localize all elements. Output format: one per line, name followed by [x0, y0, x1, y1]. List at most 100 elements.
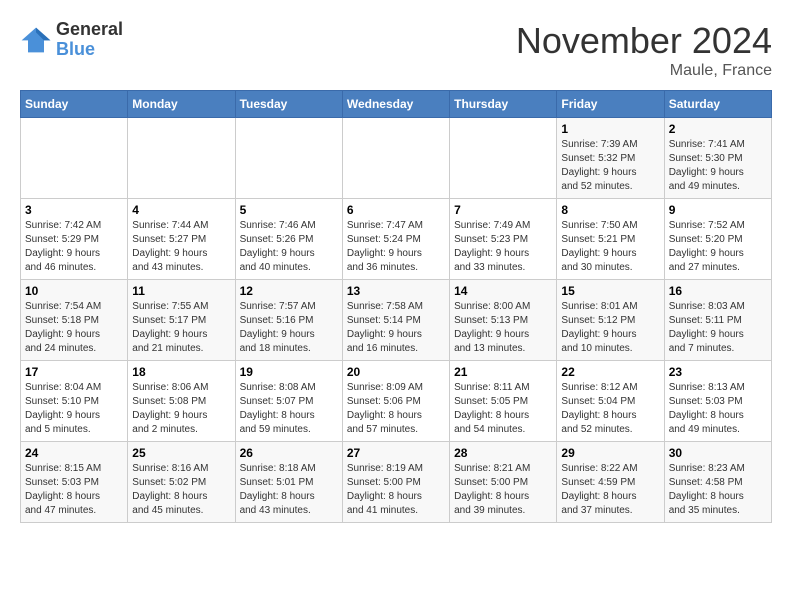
day-info: Sunrise: 8:06 AM Sunset: 5:08 PM Dayligh… — [132, 381, 230, 437]
day-cell: 5 Sunrise: 7:46 AM Sunset: 5:26 PM Daylig… — [235, 199, 342, 280]
day-number: 15 — [561, 284, 659, 298]
day-info: Sunrise: 7:42 AM Sunset: 5:29 PM Dayligh… — [25, 219, 123, 275]
day-cell: 25 Sunrise: 8:16 AM Sunset: 5:02 PM Dayli… — [128, 442, 235, 523]
day-info: Sunrise: 7:47 AM Sunset: 5:24 PM Dayligh… — [347, 219, 445, 275]
day-number: 19 — [240, 365, 338, 379]
day-number: 4 — [132, 203, 230, 217]
day-info: Sunrise: 7:41 AM Sunset: 5:30 PM Dayligh… — [669, 138, 767, 194]
day-info: Sunrise: 7:52 AM Sunset: 5:20 PM Dayligh… — [669, 219, 767, 275]
day-cell: 18 Sunrise: 8:06 AM Sunset: 5:08 PM Dayli… — [128, 361, 235, 442]
day-cell: 6 Sunrise: 7:47 AM Sunset: 5:24 PM Daylig… — [342, 199, 449, 280]
day-info: Sunrise: 8:23 AM Sunset: 4:58 PM Dayligh… — [669, 462, 767, 518]
day-number: 20 — [347, 365, 445, 379]
day-number: 14 — [454, 284, 552, 298]
day-cell: 15 Sunrise: 8:01 AM Sunset: 5:12 PM Dayli… — [557, 280, 664, 361]
week-row-2: 3Sunrise: 7:42 AM Sunset: 5:29 PM Daylig… — [21, 199, 772, 280]
day-info: Sunrise: 8:08 AM Sunset: 5:07 PM Dayligh… — [240, 381, 338, 437]
day-info: Sunrise: 8:09 AM Sunset: 5:06 PM Dayligh… — [347, 381, 445, 437]
day-cell — [128, 118, 235, 199]
title-block: November 2024 Maule, France — [516, 20, 772, 80]
day-info: Sunrise: 7:57 AM Sunset: 5:16 PM Dayligh… — [240, 300, 338, 356]
month-title: November 2024 — [516, 20, 772, 62]
day-cell: 27Sunrise: 8:19 AM Sunset: 5:00 PM Dayli… — [342, 442, 449, 523]
day-number: 5 — [240, 203, 338, 217]
col-header-tuesday: Tuesday — [235, 91, 342, 118]
day-cell: 10 Sunrise: 7:54 AM Sunset: 5:18 PM Dayli… — [21, 280, 128, 361]
day-number: 25 — [132, 446, 230, 460]
day-info: Sunrise: 8:03 AM Sunset: 5:11 PM Dayligh… — [669, 300, 767, 356]
day-info: Sunrise: 8:15 AM Sunset: 5:03 PM Dayligh… — [25, 462, 123, 518]
location: Maule, France — [516, 62, 772, 80]
col-header-thursday: Thursday — [450, 91, 557, 118]
day-number: 26 — [240, 446, 338, 460]
day-info: Sunrise: 8:19 AM Sunset: 5:00 PM Dayligh… — [347, 462, 445, 518]
day-info: Sunrise: 7:44 AM Sunset: 5:27 PM Dayligh… — [132, 219, 230, 275]
col-header-saturday: Saturday — [664, 91, 771, 118]
day-cell — [21, 118, 128, 199]
day-info: Sunrise: 7:55 AM Sunset: 5:17 PM Dayligh… — [132, 300, 230, 356]
calendar-header: SundayMondayTuesdayWednesdayThursdayFrid… — [21, 91, 772, 118]
col-header-friday: Friday — [557, 91, 664, 118]
day-number: 17 — [25, 365, 123, 379]
week-row-5: 24 Sunrise: 8:15 AM Sunset: 5:03 PM Dayli… — [21, 442, 772, 523]
day-number: 16 — [669, 284, 767, 298]
day-info: Sunrise: 8:12 AM Sunset: 5:04 PM Dayligh… — [561, 381, 659, 437]
day-number: 12 — [240, 284, 338, 298]
day-number: 29 — [561, 446, 659, 460]
day-cell: 26 Sunrise: 8:18 AM Sunset: 5:01 PM Dayli… — [235, 442, 342, 523]
day-number: 1 — [561, 122, 659, 136]
day-cell: 2 Sunrise: 7:41 AM Sunset: 5:30 PM Daylig… — [664, 118, 771, 199]
day-number: 6 — [347, 203, 445, 217]
day-cell: 11 Sunrise: 7:55 AM Sunset: 5:17 PM Dayli… — [128, 280, 235, 361]
day-cell: 23Sunrise: 8:13 AM Sunset: 5:03 PM Dayli… — [664, 361, 771, 442]
logo: General Blue — [20, 20, 123, 60]
day-number: 18 — [132, 365, 230, 379]
day-number: 10 — [25, 284, 123, 298]
page-header: General Blue November 2024 Maule, France — [20, 20, 772, 80]
day-info: Sunrise: 7:39 AM Sunset: 5:32 PM Dayligh… — [561, 138, 659, 194]
day-info: Sunrise: 8:04 AM Sunset: 5:10 PM Dayligh… — [25, 381, 123, 437]
day-info: Sunrise: 7:54 AM Sunset: 5:18 PM Dayligh… — [25, 300, 123, 356]
col-header-monday: Monday — [128, 91, 235, 118]
day-cell: 8Sunrise: 7:50 AM Sunset: 5:21 PM Daylig… — [557, 199, 664, 280]
day-cell: 28 Sunrise: 8:21 AM Sunset: 5:00 PM Dayli… — [450, 442, 557, 523]
day-cell — [450, 118, 557, 199]
day-number: 28 — [454, 446, 552, 460]
day-info: Sunrise: 8:18 AM Sunset: 5:01 PM Dayligh… — [240, 462, 338, 518]
day-number: 2 — [669, 122, 767, 136]
day-cell: 9Sunrise: 7:52 AM Sunset: 5:20 PM Daylig… — [664, 199, 771, 280]
day-number: 21 — [454, 365, 552, 379]
day-info: Sunrise: 8:16 AM Sunset: 5:02 PM Dayligh… — [132, 462, 230, 518]
day-cell: 16 Sunrise: 8:03 AM Sunset: 5:11 PM Dayli… — [664, 280, 771, 361]
day-number: 7 — [454, 203, 552, 217]
logo-line2: Blue — [56, 40, 123, 60]
day-number: 23 — [669, 365, 767, 379]
day-info: Sunrise: 8:11 AM Sunset: 5:05 PM Dayligh… — [454, 381, 552, 437]
day-info: Sunrise: 8:01 AM Sunset: 5:12 PM Dayligh… — [561, 300, 659, 356]
calendar-body: 1 Sunrise: 7:39 AM Sunset: 5:32 PM Daylig… — [21, 118, 772, 523]
day-info: Sunrise: 7:50 AM Sunset: 5:21 PM Dayligh… — [561, 219, 659, 275]
day-cell: 29 Sunrise: 8:22 AM Sunset: 4:59 PM Dayli… — [557, 442, 664, 523]
day-cell: 7 Sunrise: 7:49 AM Sunset: 5:23 PM Daylig… — [450, 199, 557, 280]
day-number: 11 — [132, 284, 230, 298]
day-info: Sunrise: 8:22 AM Sunset: 4:59 PM Dayligh… — [561, 462, 659, 518]
day-info: Sunrise: 8:00 AM Sunset: 5:13 PM Dayligh… — [454, 300, 552, 356]
day-cell: 21 Sunrise: 8:11 AM Sunset: 5:05 PM Dayli… — [450, 361, 557, 442]
day-number: 24 — [25, 446, 123, 460]
day-cell: 20 Sunrise: 8:09 AM Sunset: 5:06 PM Dayli… — [342, 361, 449, 442]
day-number: 13 — [347, 284, 445, 298]
day-cell — [342, 118, 449, 199]
day-info: Sunrise: 7:46 AM Sunset: 5:26 PM Dayligh… — [240, 219, 338, 275]
day-info: Sunrise: 7:49 AM Sunset: 5:23 PM Dayligh… — [454, 219, 552, 275]
col-header-wednesday: Wednesday — [342, 91, 449, 118]
day-number: 30 — [669, 446, 767, 460]
day-info: Sunrise: 8:21 AM Sunset: 5:00 PM Dayligh… — [454, 462, 552, 518]
day-cell: 30 Sunrise: 8:23 AM Sunset: 4:58 PM Dayli… — [664, 442, 771, 523]
header-row: SundayMondayTuesdayWednesdayThursdayFrid… — [21, 91, 772, 118]
week-row-1: 1 Sunrise: 7:39 AM Sunset: 5:32 PM Daylig… — [21, 118, 772, 199]
day-cell: 24 Sunrise: 8:15 AM Sunset: 5:03 PM Dayli… — [21, 442, 128, 523]
week-row-3: 10 Sunrise: 7:54 AM Sunset: 5:18 PM Dayli… — [21, 280, 772, 361]
col-header-sunday: Sunday — [21, 91, 128, 118]
day-number: 22 — [561, 365, 659, 379]
day-cell: 14 Sunrise: 8:00 AM Sunset: 5:13 PM Dayli… — [450, 280, 557, 361]
